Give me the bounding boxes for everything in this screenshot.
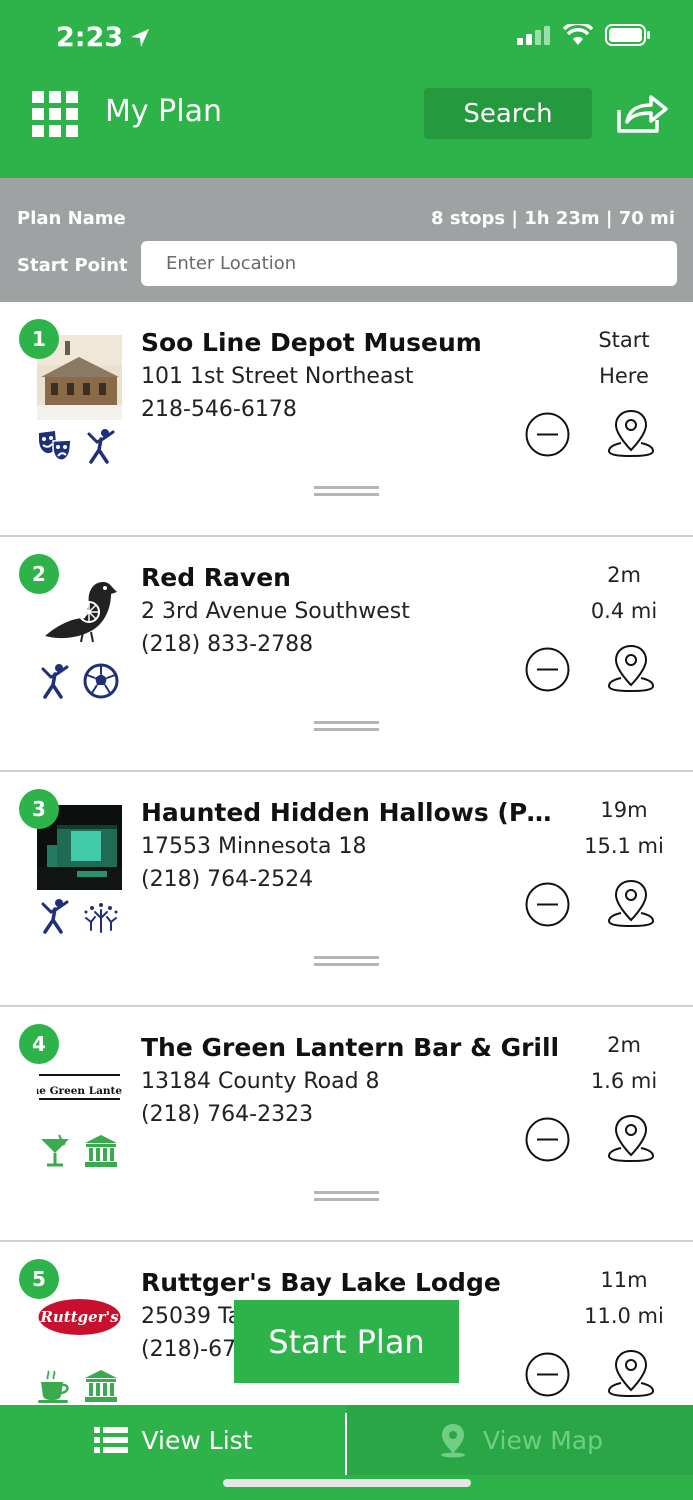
stop-number-badge: 1 [19,319,59,359]
dancing-person-icon [41,899,69,934]
stop-phone[interactable]: (218) 833-2788 [141,632,313,657]
start-point-label: Start Point [17,255,128,276]
category-icons [37,428,119,464]
stop-number-badge: 3 [19,789,59,829]
remove-stop-icon[interactable] [525,882,570,927]
stop-distance: 11.0 mi [584,1304,664,1328]
stop-address: 17553 Minnesota 18 [141,834,367,859]
stop-distance: 15.1 mi [584,834,664,858]
plan-stats: 8 stops | 1h 23m | 70 mi [431,208,675,229]
stop-name[interactable]: Haunted Hidden Hallows (Paul... [141,798,561,827]
search-button[interactable]: Search [424,88,592,139]
remove-stop-icon[interactable] [525,647,570,692]
map-pin-icon[interactable] [607,408,655,458]
soccer-ball-icon [83,663,119,699]
start-point-input[interactable] [141,241,677,286]
stop-travel-time: 2m [607,1033,641,1057]
category-icons [37,898,119,934]
stop-name[interactable]: The Green Lantern Bar & Grill [141,1033,561,1062]
plan-name-label[interactable]: Plan Name [17,208,126,229]
theater-masks-icon [39,431,72,461]
status-time-text: 2:23 [56,22,124,53]
stop-travel-time: 19m [600,798,648,822]
list-icon [93,1427,128,1453]
stop-distance: 1.6 mi [590,1069,658,1093]
bottom-tab-bar: View List View Map [0,1405,693,1500]
status-time: 2:23 [56,22,151,53]
map-marker-icon [440,1424,465,1458]
stop-item[interactable]: 4 The Green Lantern The Green L [0,1007,693,1242]
dancing-person-icon [41,664,69,699]
stop-distance: 0.4 mi [590,599,658,623]
stop-item[interactable]: 2 Red Raven 2 3rd Avenue Southwest (218)… [0,537,693,772]
fireworks-icon [84,903,118,933]
category-icons [37,1133,119,1169]
share-icon[interactable] [615,94,669,134]
map-pin-icon[interactable] [607,878,655,928]
stop-distance: Here [599,364,649,388]
page-title: My Plan [105,94,222,129]
tab-view-list-label: View List [141,1425,253,1455]
stop-number-badge: 2 [19,554,59,594]
map-pin-icon[interactable] [607,1348,655,1398]
home-indicator [223,1479,471,1487]
tab-view-list[interactable]: View List [0,1405,346,1475]
remove-stop-icon[interactable] [525,412,570,457]
stop-name[interactable]: Soo Line Depot Museum [141,328,561,357]
map-pin-icon[interactable] [607,643,655,693]
green-lantern-logo-text: The Green Lantern [37,1085,122,1097]
stop-phone[interactable]: 218-546-6178 [141,397,297,422]
stop-address: 25039 Ta [141,1304,242,1329]
grid-menu-icon[interactable] [32,91,79,138]
stop-item[interactable]: 1 Soo Line Depot Museum 101 1st Street N… [0,302,693,537]
stop-address: 101 1st Street Northeast [141,364,414,389]
signal-icon [517,26,550,45]
stop-address: 2 3rd Avenue Southwest [141,599,410,624]
stop-phone[interactable]: (218) 764-2524 [141,867,313,892]
drag-handle[interactable] [314,1191,379,1201]
stop-name[interactable]: Ruttger's Bay Lake Lodge [141,1268,561,1297]
coffee-cup-icon [38,1370,69,1403]
plan-info-bar: Plan Name 8 stops | 1h 23m | 70 mi Start… [0,178,693,302]
drag-handle[interactable] [314,486,379,496]
cocktail-icon [41,1134,69,1167]
stop-travel-time: Start [598,328,650,352]
remove-stop-icon[interactable] [525,1117,570,1162]
location-arrow-icon [131,28,150,47]
wifi-icon [563,24,593,45]
stop-item[interactable]: 3 Haunted Hidden Hallows (Paul... 17553 … [0,772,693,1007]
stop-name[interactable]: Red Raven [141,563,561,592]
category-icons [37,663,119,699]
ruttgers-logo-text: Ruttger's [39,1308,119,1326]
category-icons [37,1368,119,1404]
map-pin-icon[interactable] [607,1113,655,1163]
status-icons [517,24,651,46]
drag-handle[interactable] [314,956,379,966]
stop-phone[interactable]: (218) 764-2323 [141,1102,313,1127]
tab-view-map[interactable]: View Map [347,1405,693,1475]
stop-number-badge: 5 [19,1259,59,1299]
tab-view-map-label: View Map [482,1425,604,1455]
stop-number-badge: 4 [19,1024,59,1064]
stop-travel-time: 11m [600,1268,648,1292]
drag-handle[interactable] [314,721,379,731]
stop-address: 13184 County Road 8 [141,1069,380,1094]
app-header: 2:23 My Plan Search [0,0,693,178]
museum-icon [85,1370,117,1402]
remove-stop-icon[interactable] [525,1352,570,1397]
dancing-person-icon [87,429,115,464]
start-plan-button[interactable]: Start Plan [234,1300,459,1383]
stop-travel-time: 2m [607,563,641,587]
museum-icon [85,1135,117,1167]
battery-icon [605,24,650,46]
